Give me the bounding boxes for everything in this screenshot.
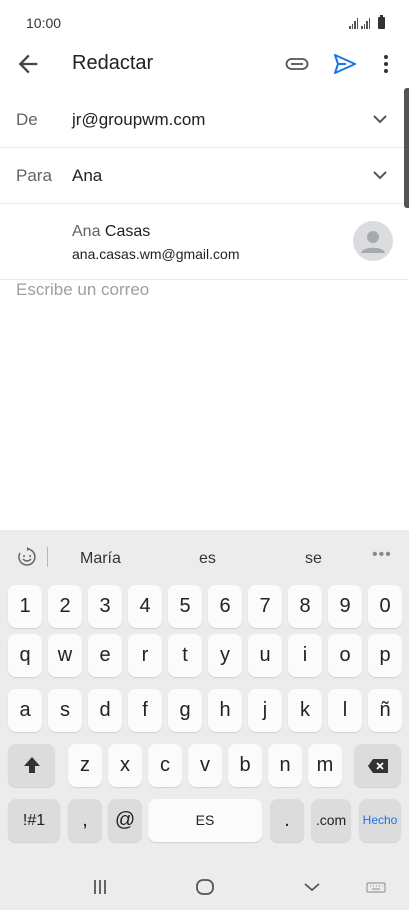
from-field[interactable]: De jr@groupwm.com — [0, 92, 409, 148]
app-bar: Redactar — [0, 40, 409, 88]
key-i[interactable]: i — [288, 634, 322, 677]
from-label: De — [16, 110, 38, 129]
symbols-key[interactable]: !#1 — [8, 799, 60, 842]
navigation-bar — [0, 863, 409, 910]
keyboard: María es se ••• 1 2 3 4 5 6 7 8 9 0 q w … — [0, 530, 409, 910]
done-key[interactable]: Hecho — [359, 799, 401, 842]
key-k[interactable]: k — [288, 689, 322, 732]
send-button[interactable] — [332, 51, 358, 77]
more-options-button[interactable] — [376, 52, 396, 76]
paperclip-icon — [285, 58, 309, 70]
signal-icon-2 — [361, 18, 370, 29]
suggestion-email: ana.casas.wm@gmail.com — [72, 246, 240, 262]
scrollbar[interactable] — [404, 88, 409, 208]
avatar — [353, 221, 393, 261]
more-vert-icon — [384, 55, 388, 73]
page-title: Redactar — [72, 52, 154, 74]
battery-icon — [378, 15, 385, 29]
hide-keyboard-icon[interactable] — [300, 875, 324, 899]
key-w[interactable]: w — [48, 634, 82, 677]
key-g[interactable]: g — [168, 689, 202, 732]
contact-suggestion[interactable]: Ana Casas ana.casas.wm@gmail.com — [0, 203, 409, 280]
keyboard-suggestion-2[interactable]: es — [199, 550, 216, 568]
key-e[interactable]: e — [88, 634, 122, 677]
key-8[interactable]: 8 — [288, 585, 322, 628]
comma-key[interactable]: , — [68, 799, 102, 842]
chevron-down-icon[interactable] — [372, 169, 388, 181]
from-value[interactable]: jr@groupwm.com — [72, 110, 205, 130]
key-r[interactable]: r — [128, 634, 162, 677]
keyboard-suggestion-3[interactable]: se — [305, 550, 322, 568]
keyboard-switch-icon[interactable] — [364, 875, 388, 899]
key-b[interactable]: b — [228, 744, 262, 787]
key-z[interactable]: z — [68, 744, 102, 787]
key-j[interactable]: j — [248, 689, 282, 732]
suggestion-name-rest: Casas — [104, 223, 151, 240]
key-n-tilde[interactable]: ñ — [368, 689, 402, 732]
dotcom-key[interactable]: .com — [311, 799, 351, 842]
key-9[interactable]: 9 — [328, 585, 362, 628]
emoji-sticker-icon[interactable] — [16, 546, 38, 568]
key-a[interactable]: a — [8, 689, 42, 732]
key-s[interactable]: s — [48, 689, 82, 732]
keyboard-suggestion-bar: María es se ••• — [0, 530, 409, 582]
key-n[interactable]: n — [268, 744, 302, 787]
key-h[interactable]: h — [208, 689, 242, 732]
send-icon — [334, 54, 356, 74]
key-0[interactable]: 0 — [368, 585, 402, 628]
to-label: Para — [16, 166, 52, 185]
key-v[interactable]: v — [188, 744, 222, 787]
key-2[interactable]: 2 — [48, 585, 82, 628]
back-button[interactable] — [14, 50, 42, 78]
key-x[interactable]: x — [108, 744, 142, 787]
at-key[interactable]: @ — [108, 799, 142, 842]
period-key[interactable]: . — [270, 799, 304, 842]
divider — [47, 547, 48, 567]
key-y[interactable]: y — [208, 634, 242, 677]
key-l[interactable]: l — [328, 689, 362, 732]
key-q[interactable]: q — [8, 634, 42, 677]
key-u[interactable]: u — [248, 634, 282, 677]
space-key[interactable]: ES — [148, 799, 262, 842]
suggestion-name-typed: Ana — [72, 223, 101, 240]
status-time: 10:00 — [26, 15, 62, 31]
arrow-left-icon — [18, 54, 38, 74]
key-m[interactable]: m — [308, 744, 342, 787]
more-suggestions-button[interactable]: ••• — [372, 546, 392, 564]
key-p[interactable]: p — [368, 634, 402, 677]
backspace-icon — [367, 759, 388, 773]
status-icons — [349, 15, 385, 29]
recent-apps-icon[interactable] — [88, 875, 112, 899]
key-c[interactable]: c — [148, 744, 182, 787]
compose-body-input[interactable]: Escribe un correo — [16, 280, 149, 300]
chevron-down-icon[interactable] — [372, 113, 388, 125]
key-d[interactable]: d — [88, 689, 122, 732]
home-icon[interactable] — [193, 875, 217, 899]
to-input[interactable]: Ana — [72, 166, 102, 186]
person-icon — [361, 231, 385, 253]
key-6[interactable]: 6 — [208, 585, 242, 628]
key-3[interactable]: 3 — [88, 585, 122, 628]
key-5[interactable]: 5 — [168, 585, 202, 628]
key-f[interactable]: f — [128, 689, 162, 732]
backspace-key[interactable] — [354, 744, 401, 787]
attach-button[interactable] — [284, 52, 310, 76]
shift-key[interactable] — [8, 744, 55, 787]
to-field[interactable]: Para Ana — [0, 148, 409, 204]
signal-icon — [349, 18, 358, 29]
key-4[interactable]: 4 — [128, 585, 162, 628]
keyboard-suggestion-1[interactable]: María — [80, 550, 121, 568]
shift-icon — [23, 757, 40, 773]
key-o[interactable]: o — [328, 634, 362, 677]
key-7[interactable]: 7 — [248, 585, 282, 628]
suggestion-name: Ana Casas — [72, 223, 150, 241]
key-1[interactable]: 1 — [8, 585, 42, 628]
key-t[interactable]: t — [168, 634, 202, 677]
